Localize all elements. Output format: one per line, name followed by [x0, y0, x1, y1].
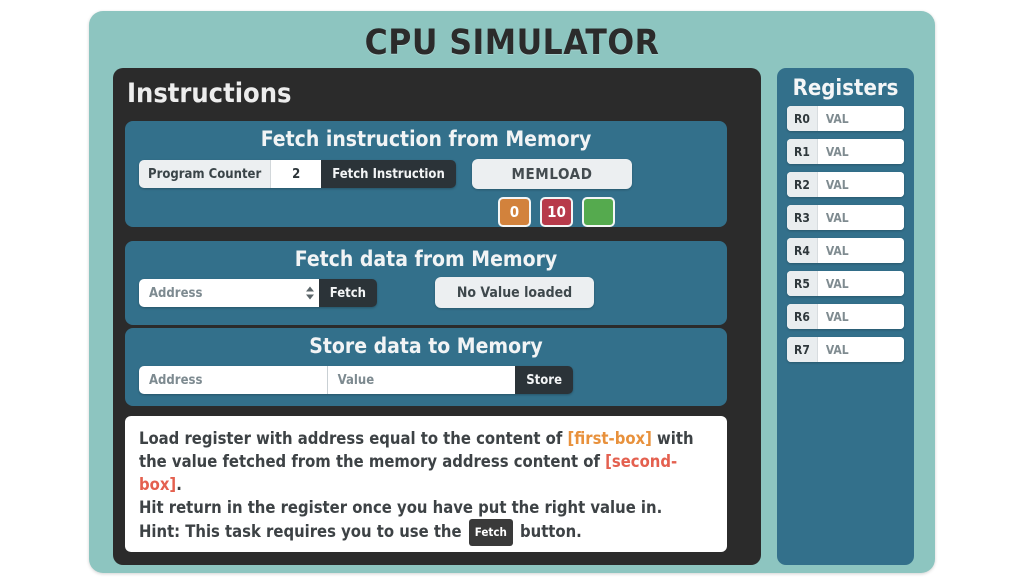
task-line3-text-a: Hint: This task requires you to use the	[139, 522, 467, 541]
register-input-r1[interactable]: VAL	[817, 139, 904, 164]
register-input-r3[interactable]: VAL	[817, 205, 904, 230]
spinner-down-icon[interactable]	[305, 294, 314, 300]
fetch-data-group: Address Fetch	[139, 279, 377, 307]
fetch-instruction-button[interactable]: Fetch Instruction	[321, 160, 456, 188]
program-counter-group: Program Counter 2 Fetch Instruction	[139, 160, 456, 188]
register-label-r3: R3	[787, 205, 818, 230]
result-box[interactable]	[582, 197, 615, 227]
number-spinner-icon[interactable]	[305, 286, 314, 300]
task-token-first-box: [first-box]	[567, 429, 652, 448]
register-label-r6: R6	[787, 304, 818, 329]
register-row-r3: R3 VAL	[787, 205, 904, 230]
instructions-heading: Instructions	[127, 78, 292, 109]
instruction-boxes: 0 10	[498, 197, 615, 227]
registers-heading: Registers	[792, 76, 899, 101]
task-line-3: Hint: This task requires you to use the …	[139, 519, 713, 546]
register-row-r4: R4 VAL	[787, 238, 904, 263]
program-counter-label: Program Counter	[139, 160, 272, 188]
register-row-r7: R7 VAL	[787, 337, 904, 362]
program-counter-input[interactable]: 2	[271, 160, 322, 188]
task-line1-text-a: Load register with address equal to the …	[139, 429, 568, 448]
store-address-input[interactable]: Address	[139, 366, 327, 394]
operand-box[interactable]: 10	[540, 197, 573, 227]
store-value-input[interactable]: Value	[326, 366, 516, 394]
store-data-group: Address Value Store	[139, 366, 573, 394]
register-label-r0: R0	[787, 106, 818, 131]
register-row-r5: R5 VAL	[787, 271, 904, 296]
register-input-r0[interactable]: VAL	[817, 106, 904, 131]
fetch-address-input[interactable]: Address	[139, 279, 319, 307]
fetch-instruction-title: Fetch instruction from Memory	[260, 127, 592, 151]
register-row-r2: R2 VAL	[787, 172, 904, 197]
register-label-r2: R2	[787, 172, 818, 197]
page-title: CPU SIMULATOR	[364, 23, 660, 63]
register-input-r4[interactable]: VAL	[817, 238, 904, 263]
store-button[interactable]: Store	[515, 366, 573, 394]
fetch-instruction-section: Fetch instruction from Memory Program Co…	[125, 121, 727, 227]
task-line1-text-c: .	[176, 475, 182, 494]
register-row-r0: R0 VAL	[787, 106, 904, 131]
register-row-r1: R1 VAL	[787, 139, 904, 164]
register-input-r7[interactable]: VAL	[817, 337, 904, 362]
fetch-data-title: Fetch data from Memory	[294, 247, 558, 271]
fetch-button[interactable]: Fetch	[318, 279, 377, 307]
registers-list: R0 VAL R1 VAL R2 VAL R3 VAL R4 VAL R5 VA…	[777, 106, 914, 362]
task-line-2: Hit return in the register once you have…	[139, 498, 663, 517]
register-input-r2[interactable]: VAL	[817, 172, 904, 197]
fetch-data-section: Fetch data from Memory Address Fetch No …	[125, 241, 727, 325]
spinner-up-icon[interactable]	[305, 286, 314, 292]
store-data-title: Store data to Memory	[309, 334, 543, 358]
task-line-1: Load register with address equal to the …	[139, 427, 713, 496]
task-description-box: Load register with address equal to the …	[125, 416, 727, 552]
page-root: CPU SIMULATOR Instructions Fetch instruc…	[0, 0, 1024, 586]
registers-panel: Registers R0 VAL R1 VAL R2 VAL R3 VAL R4…	[777, 68, 914, 565]
task-line3-text-b: button.	[514, 522, 582, 541]
fetched-value-display: No Value loaded	[435, 277, 594, 308]
register-row-r6: R6 VAL	[787, 304, 904, 329]
register-label-r4: R4	[787, 238, 818, 263]
store-data-section: Store data to Memory Address Value Store	[125, 328, 727, 406]
register-input-r5[interactable]: VAL	[817, 271, 904, 296]
inline-fetch-badge: Fetch	[468, 519, 513, 546]
memload-button[interactable]: MEMLOAD	[472, 159, 632, 189]
register-label-r1: R1	[787, 139, 818, 164]
register-label-r7: R7	[787, 337, 818, 362]
app-card: CPU SIMULATOR Instructions Fetch instruc…	[89, 11, 935, 573]
register-input-r6[interactable]: VAL	[817, 304, 904, 329]
opcode-box[interactable]: 0	[498, 197, 531, 227]
register-label-r5: R5	[787, 271, 818, 296]
instructions-panel: Instructions Fetch instruction from Memo…	[113, 68, 761, 565]
